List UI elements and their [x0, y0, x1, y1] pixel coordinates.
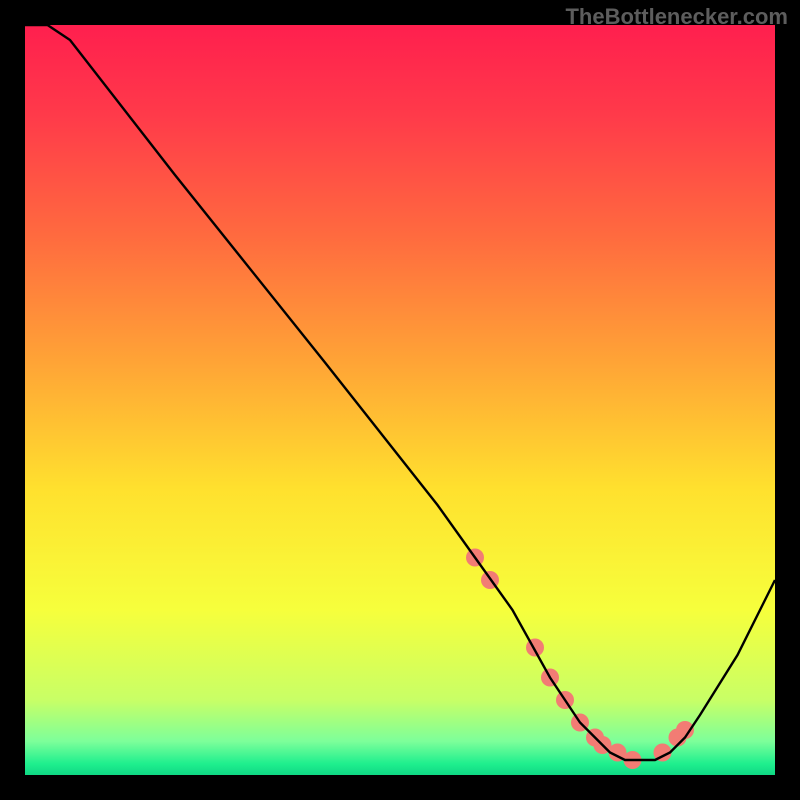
gradient-background [25, 25, 775, 775]
watermark-text: TheBottlenecker.com [565, 4, 788, 30]
chart-frame: TheBottlenecker.com [0, 0, 800, 800]
bottleneck-curve-chart [25, 25, 775, 775]
